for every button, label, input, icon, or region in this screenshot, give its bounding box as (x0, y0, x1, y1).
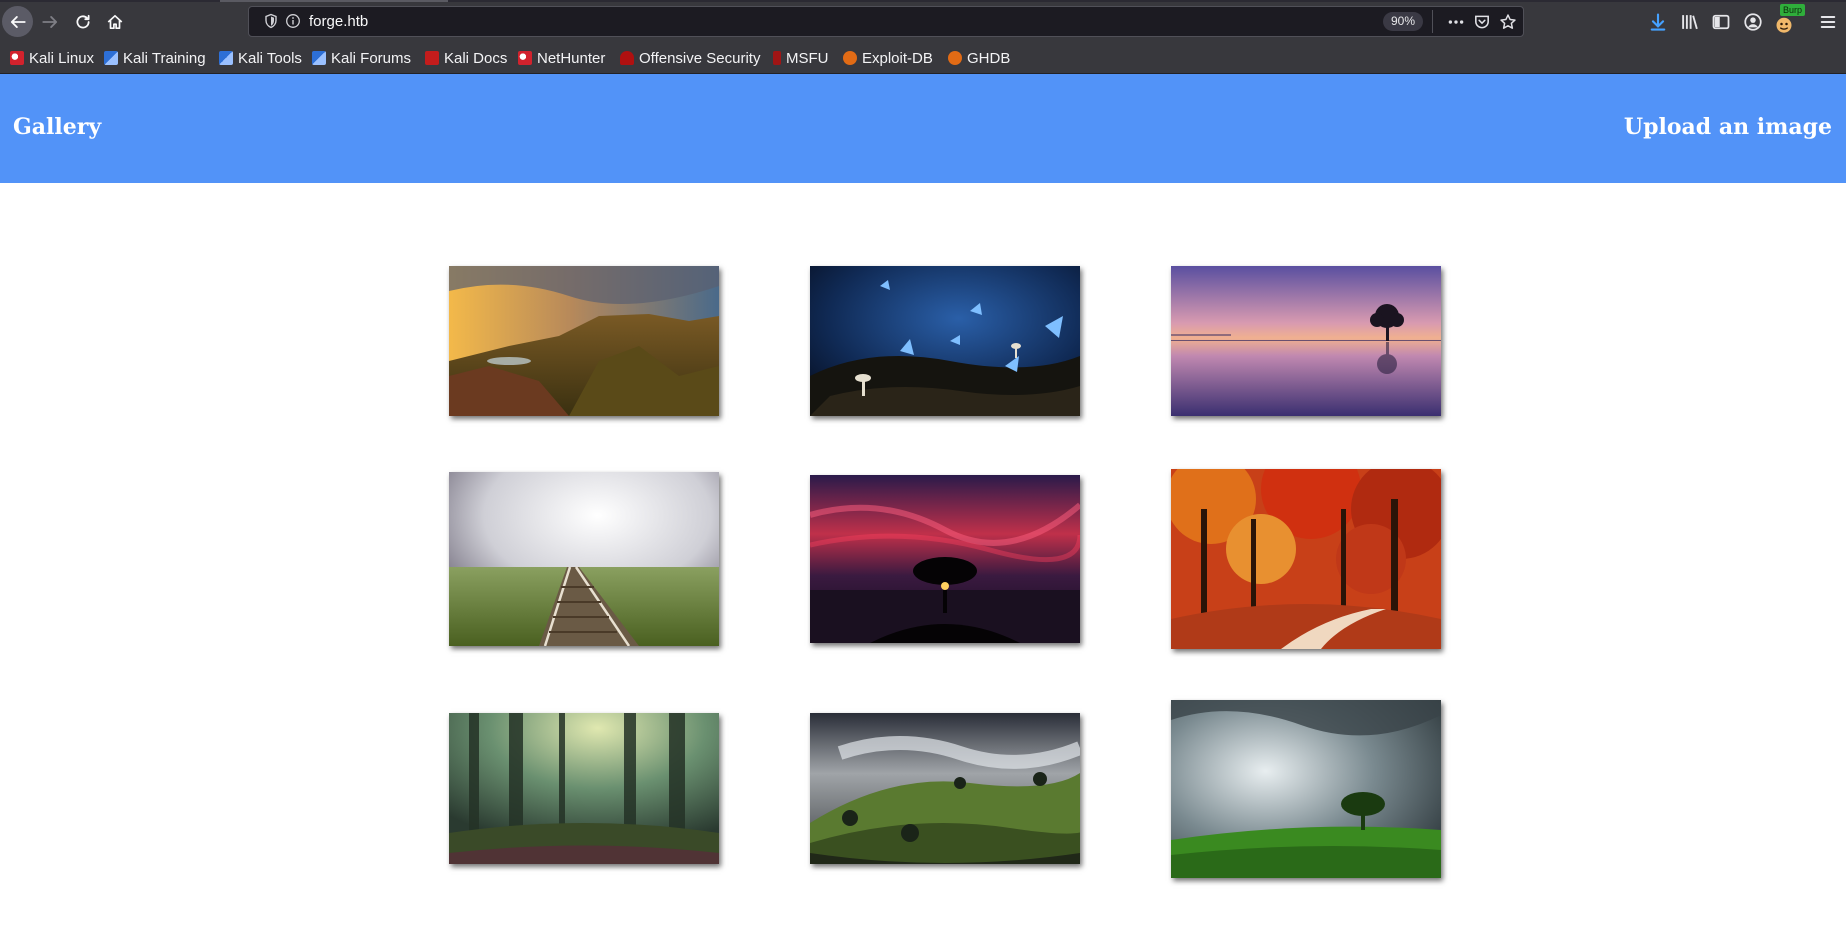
gallery-image-9[interactable] (1171, 700, 1441, 878)
arrow-right-icon (41, 15, 57, 28)
bookmark-label: GHDB (967, 49, 1011, 67)
pocket-icon[interactable] (1473, 13, 1491, 31)
offsec-icon (620, 51, 634, 65)
red-sky-tree-image (810, 475, 1080, 643)
reload-icon (75, 14, 90, 28)
tab-strip-line (0, 0, 1846, 2)
gallery-image-5[interactable] (810, 475, 1080, 643)
bookmark-msfu[interactable]: MSFU (773, 48, 829, 68)
home-button[interactable] (99, 6, 130, 37)
kali-training-icon (104, 51, 118, 65)
lake-tree-dusk-image (1171, 266, 1441, 416)
gallery-image-8[interactable] (810, 713, 1080, 864)
bookmark-label: NetHunter (537, 49, 606, 67)
library-icon[interactable] (1680, 12, 1700, 32)
bookmark-label: Kali Forums (331, 49, 412, 67)
gallery-brand-link[interactable]: Gallery (13, 114, 101, 140)
bookmark-ghdb[interactable]: GHDB (948, 48, 1010, 68)
url-text[interactable]: forge.htb (309, 13, 368, 30)
bookmark-kali-forums[interactable]: Kali Forums (312, 48, 411, 68)
bookmark-exploit-db[interactable]: Exploit-DB (843, 48, 933, 68)
bookmark-kali-linux[interactable]: Kali Linux (10, 48, 94, 68)
burp-extension-icon[interactable] (1774, 14, 1794, 34)
sidebar-icon[interactable] (1711, 12, 1731, 32)
bookmarks-toolbar: Kali Linux Kali Training Kali Tools Kali… (0, 44, 1846, 74)
bookmark-offensive-security[interactable]: Offensive Security (620, 48, 760, 68)
address-bar[interactable]: forge.htb 90% (248, 6, 1524, 37)
account-icon[interactable] (1743, 12, 1763, 32)
back-button[interactable] (2, 6, 33, 37)
bookmark-label: Kali Docs (444, 49, 508, 67)
misty-forest-image (449, 713, 719, 864)
msfu-icon (773, 51, 781, 65)
blue-butterflies-image (810, 266, 1080, 416)
burp-badge: Burp (1780, 4, 1806, 16)
urlbar-separator (1432, 10, 1433, 33)
arrow-left-icon (10, 15, 26, 28)
browser-toolbar: forge.htb 90% Burp (0, 0, 1846, 44)
gallery-image-6[interactable] (1171, 469, 1441, 649)
gallery-image-4[interactable] (449, 472, 719, 646)
ghdb-icon (948, 51, 962, 65)
kali-docs-icon (425, 51, 439, 65)
autumn-forest-image (1171, 469, 1441, 649)
mountain-sunset-image (449, 266, 719, 416)
zoom-level-badge[interactable]: 90% (1382, 12, 1423, 31)
nethunter-icon (518, 51, 532, 65)
upload-image-link[interactable]: Upload an image (1624, 114, 1832, 140)
downloads-icon[interactable] (1648, 12, 1668, 32)
gallery-image-7[interactable] (449, 713, 719, 864)
bookmark-star-icon[interactable] (1499, 13, 1517, 31)
forward-button[interactable] (34, 6, 65, 37)
bookmark-label: Kali Tools (238, 49, 302, 67)
bookmark-nethunter[interactable]: NetHunter (518, 48, 605, 68)
more-actions-icon[interactable] (1447, 13, 1465, 31)
kali-tools-icon (219, 51, 233, 65)
bookmark-kali-tools[interactable]: Kali Tools (219, 48, 302, 68)
gallery-image-3[interactable] (1171, 266, 1441, 416)
kali-forums-icon (312, 51, 326, 65)
exploit-db-icon (843, 51, 857, 65)
bookmark-label: Kali Training (123, 49, 206, 67)
kali-icon (10, 51, 24, 65)
hamburger-menu-icon[interactable] (1818, 12, 1838, 32)
hillside-village-image (810, 713, 1080, 864)
bookmark-kali-training[interactable]: Kali Training (104, 48, 206, 68)
bookmark-label: MSFU (786, 49, 829, 67)
info-icon[interactable] (285, 13, 301, 29)
site-header: Gallery Upload an image (0, 74, 1846, 183)
stormy-tree-hill-image (1171, 700, 1441, 878)
gallery-image-2[interactable] (810, 266, 1080, 416)
bookmark-label: Kali Linux (29, 49, 95, 67)
bookmark-kali-docs[interactable]: Kali Docs (425, 48, 507, 68)
reload-button[interactable] (67, 6, 98, 37)
railway-track-image (449, 472, 719, 646)
bookmark-label: Exploit-DB (862, 49, 933, 67)
bookmark-label: Offensive Security (639, 49, 761, 67)
gallery-image-1[interactable] (449, 266, 719, 416)
home-icon (107, 14, 122, 29)
shield-icon[interactable] (263, 13, 279, 29)
